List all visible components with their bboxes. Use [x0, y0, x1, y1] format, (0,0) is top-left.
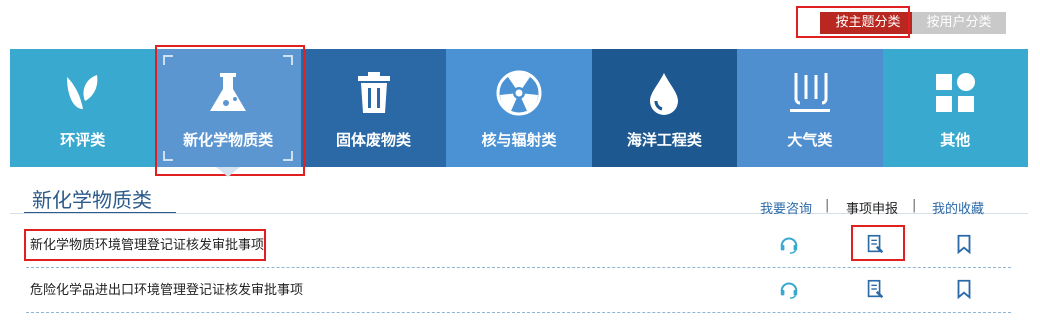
active-tab-pointer: [216, 167, 240, 177]
category-label: 海洋工程类: [626, 131, 702, 149]
list-item: 危险化学品进出口环境管理登记证核发审批事项: [26, 268, 1011, 313]
category-tab-marine[interactable]: 海洋工程类: [591, 49, 738, 167]
consult-link[interactable]: 我要咨询: [760, 198, 812, 217]
drop-icon: [650, 73, 679, 115]
category-label: 其他: [940, 131, 971, 149]
category-tab-eia[interactable]: 环评类: [10, 49, 156, 167]
category-tab-air[interactable]: 大气类: [737, 49, 883, 167]
page-title: 新化学物质类: [32, 188, 152, 212]
separator: |: [912, 198, 917, 213]
highlight-item-name: [24, 229, 266, 261]
highlight-report-icon: [851, 225, 905, 261]
radiation-icon: [496, 70, 542, 116]
trash-icon: [357, 72, 390, 113]
category-label: 大气类: [787, 131, 833, 149]
category-label: 固体废物类: [336, 131, 412, 149]
headset-icon[interactable]: [778, 233, 800, 255]
category-tab-other[interactable]: 其他: [882, 49, 1028, 167]
report-icon[interactable]: [864, 278, 886, 300]
favorite-link[interactable]: 我的收藏: [932, 198, 984, 217]
leaf-icon: [66, 75, 98, 109]
category-label: 核与辐射类: [481, 131, 557, 149]
bookmark-icon[interactable]: [953, 278, 975, 300]
report-link[interactable]: 事项申报: [846, 198, 898, 217]
separator: |: [825, 198, 830, 213]
smoke-icon: [789, 73, 830, 112]
grid-icon: [936, 73, 976, 112]
category-label: 环评类: [60, 131, 106, 149]
category-tab-nuclear[interactable]: 核与辐射类: [446, 49, 592, 167]
headset-icon[interactable]: [778, 278, 800, 300]
bookmark-icon[interactable]: [953, 233, 975, 255]
user-category-button[interactable]: 按用户分类: [912, 12, 1006, 34]
highlight-theme-button: [796, 6, 910, 38]
category-tab-solid-waste[interactable]: 固体废物类: [300, 49, 447, 167]
item-name[interactable]: 危险化学品进出口环境管理登记证核发审批事项: [30, 279, 303, 298]
highlight-new-chemicals-tab: [155, 45, 305, 176]
